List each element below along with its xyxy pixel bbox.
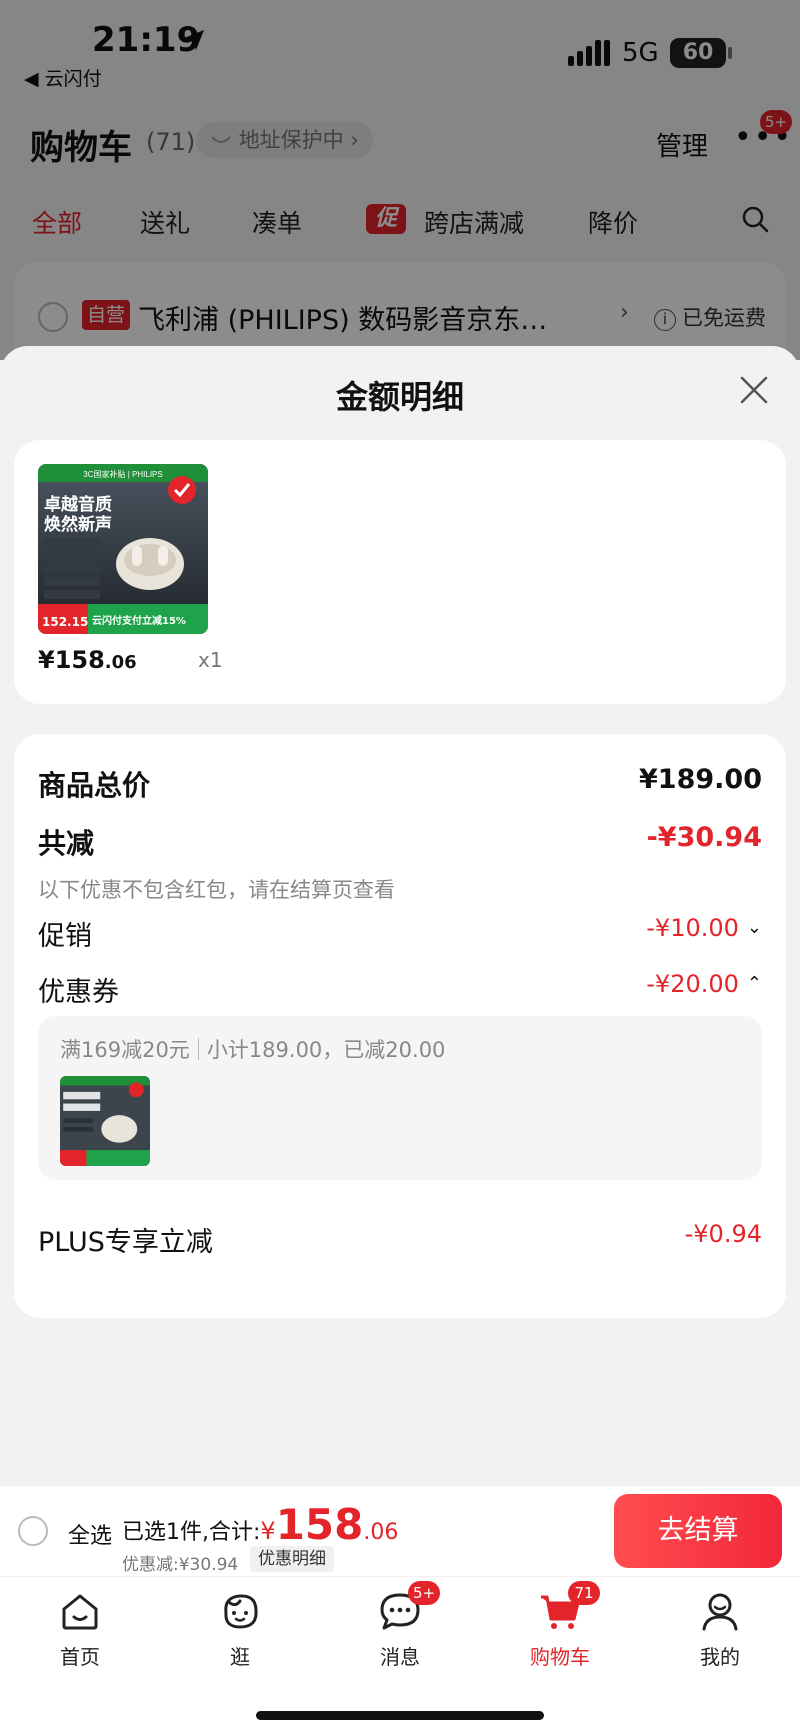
tabbar-home-label: 首页 bbox=[60, 1645, 100, 1669]
home-indicator bbox=[256, 1711, 544, 1720]
coupon-row[interactable]: -¥20.00 ⌃ bbox=[646, 970, 762, 998]
discount-summary: 优惠减:¥30.94 bbox=[122, 1555, 239, 1575]
selected-count-text: 已选1件,合计: bbox=[122, 1520, 261, 1545]
tabbar-profile[interactable]: 我的 bbox=[670, 1589, 770, 1670]
modal-overlay[interactable] bbox=[0, 0, 800, 360]
total-decimal: .06 bbox=[363, 1520, 399, 1545]
promotion-value: -¥10.00 bbox=[646, 914, 739, 942]
coupon-detail-box: 满169减20元 小计189.00，已减20.00 bbox=[38, 1016, 762, 1180]
messages-badge: 5+ bbox=[408, 1581, 441, 1605]
image-headline-2: 焕然新声 bbox=[44, 514, 112, 535]
amount-detail-card: 商品总价 ¥189.00 共减 -¥30.94 以下优惠不包含红包，请在结算页查… bbox=[14, 734, 786, 1318]
tabbar-cart-label: 购物车 bbox=[530, 1645, 590, 1669]
tabbar-browse-label: 逛 bbox=[230, 1645, 250, 1669]
product-price-decimal: .06 bbox=[104, 652, 137, 673]
cart-badge: 71 bbox=[568, 1581, 600, 1605]
selected-total: 已选1件,合计:¥158.06 bbox=[122, 1500, 398, 1549]
coupon-rule-subtotal: 小计189.00，已减20.00 bbox=[206, 1038, 446, 1062]
home-icon bbox=[62, 1594, 98, 1630]
chevron-up-icon[interactable]: ⌃ bbox=[747, 973, 762, 994]
promotion-label: 促销 bbox=[38, 921, 92, 952]
total-price-label: 商品总价 bbox=[38, 769, 151, 802]
coupon-rule-divider bbox=[197, 1038, 199, 1060]
discount-detail-button[interactable]: 优惠明细 bbox=[250, 1546, 334, 1572]
plus-discount-value: -¥0.94 bbox=[684, 1220, 762, 1248]
product-image[interactable]: 3C国家补贴 | PHILIPS 卓越音质 焕然新声 152.15 云闪付支付立… bbox=[38, 464, 208, 634]
coupon-product-thumbnail[interactable] bbox=[60, 1076, 150, 1166]
tabbar-messages[interactable]: 5+ 消息 bbox=[350, 1581, 450, 1670]
coupon-value: -¥20.00 bbox=[646, 970, 739, 998]
coupon-rule: 满169减20元 小计189.00，已减20.00 bbox=[60, 1034, 445, 1064]
coupon-rule-threshold: 满169减20元 bbox=[60, 1038, 190, 1062]
coupon-label: 优惠券 bbox=[38, 977, 119, 1008]
tabbar-home[interactable]: 首页 bbox=[30, 1589, 130, 1670]
amount-detail-sheet: 金额明细 3C国家补贴 | PHILIPS 卓越音质 焕然新声 152.15 云… bbox=[0, 346, 800, 1486]
product-card: 3C国家补贴 | PHILIPS 卓越音质 焕然新声 152.15 云闪付支付立… bbox=[14, 440, 786, 704]
plus-discount-label: PLUS专享立减 bbox=[38, 1227, 213, 1258]
image-top-banner: 3C国家补贴 | PHILIPS bbox=[83, 469, 162, 479]
browse-icon bbox=[224, 1594, 258, 1629]
checkout-bar: 全选 已选1件,合计:¥158.06 优惠减:¥30.94 优惠明细 去结算 bbox=[0, 1486, 800, 1576]
tabbar-cart[interactable]: 71 购物车 bbox=[510, 1581, 610, 1670]
chevron-down-icon[interactable]: ⌄ bbox=[747, 917, 762, 938]
profile-icon bbox=[702, 1593, 738, 1631]
close-icon[interactable] bbox=[736, 372, 772, 408]
select-all-label[interactable]: 全选 bbox=[68, 1518, 112, 1550]
bottom-tab-bar: 首页 逛 5+ 消息 71 购物车 我的 bbox=[0, 1576, 800, 1733]
checkout-button[interactable]: 去结算 bbox=[614, 1494, 782, 1568]
total-price-value: ¥189.00 bbox=[639, 764, 762, 795]
image-headline-1: 卓越音质 bbox=[44, 494, 112, 515]
product-quantity: x1 bbox=[198, 648, 223, 672]
total-integer: 158 bbox=[275, 1500, 364, 1549]
total-reduce-label: 共减 bbox=[38, 827, 95, 860]
promotion-row[interactable]: -¥10.00 ⌄ bbox=[646, 914, 762, 942]
product-price: ¥158.06 bbox=[38, 646, 137, 674]
tabbar-browse[interactable]: 逛 bbox=[190, 1589, 290, 1670]
image-bottom-banner: 云闪付支付立减15% bbox=[92, 614, 186, 627]
product-price-int: ¥158 bbox=[38, 646, 105, 674]
tabbar-profile-label: 我的 bbox=[700, 1645, 740, 1669]
total-reduce-value: -¥30.94 bbox=[646, 822, 762, 853]
total-currency: ¥ bbox=[260, 1517, 276, 1545]
image-price-tag: 152.15 bbox=[42, 615, 88, 629]
tabbar-messages-label: 消息 bbox=[380, 1645, 420, 1669]
select-all-radio[interactable] bbox=[18, 1516, 48, 1546]
sheet-title: 金额明细 bbox=[335, 378, 464, 416]
discount-note: 以下优惠不包含红包，请在结算页查看 bbox=[38, 878, 395, 902]
